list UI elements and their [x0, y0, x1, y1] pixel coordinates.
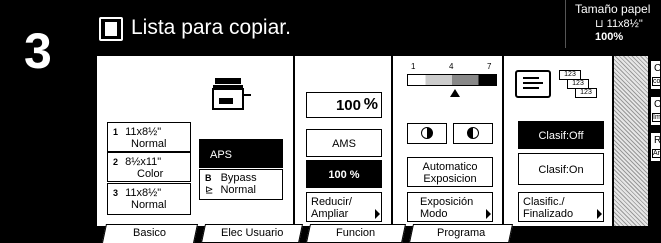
finishing-section: 123 123 123 Clasif:Off Clasif:On Clasifi… — [504, 56, 614, 226]
arrow-right-icon — [486, 209, 491, 219]
collate-icon — [515, 70, 551, 98]
arrow-right-icon — [375, 209, 380, 219]
arrow-right-icon — [597, 209, 602, 219]
darker-button[interactable] — [453, 123, 493, 144]
lighter-button[interactable] — [407, 123, 447, 144]
exposure-bar — [407, 74, 497, 86]
tab-programa[interactable]: Programa — [408, 224, 514, 243]
aps-button[interactable]: APS — [199, 139, 283, 168]
dark-circle-icon — [467, 127, 479, 139]
tab-basico[interactable]: Basico — [101, 224, 199, 243]
basic-panel: 1 11x8½" Normal 2 8½x11" Color 3 11x8½" … — [96, 55, 649, 227]
step-indicator: 3 — [0, 0, 90, 243]
tab-funcion[interactable]: Funcion — [305, 224, 407, 243]
side-button-2[interactable]: Ca Im — [650, 96, 661, 126]
paper-section: 1 11x8½" Normal 2 8½x11" Color 3 11x8½" … — [97, 56, 295, 226]
side-button-2-mark: Im — [652, 113, 661, 122]
bypass-button[interactable]: B Bypass ⊵ Normal — [199, 169, 283, 200]
zoom-display: 100 % — [306, 92, 382, 118]
sort-on-button[interactable]: Clasif:On — [518, 153, 604, 185]
tab-elec-usuario[interactable]: Elec Usuario — [200, 224, 304, 243]
sort-off-button[interactable]: Clasif:Off — [518, 121, 604, 149]
side-button-1-mark: co — [652, 77, 661, 86]
exposure-section: 1 4 7 Automatico Exposicion Exposición M… — [393, 56, 504, 226]
tray-1-button[interactable]: 1 11x8½" Normal — [107, 122, 191, 152]
paper-info: Tamaño papel ⊔ 11x8½" 100% — [565, 0, 661, 48]
tray-2-button[interactable]: 2 8½x11" Color — [107, 152, 191, 182]
side-button-3-mark: Ar — [652, 149, 660, 158]
tray-3-button[interactable]: 3 11x8½" Normal — [107, 183, 191, 215]
side-button-1[interactable]: Co co — [650, 60, 661, 90]
exposure-mode-button[interactable]: Exposición Modo — [407, 192, 493, 222]
paper-size-label: Tamaño papel — [575, 2, 651, 16]
document-icon — [99, 17, 123, 41]
step-number: 3 — [24, 23, 52, 79]
side-button-3[interactable]: Re Ar — [650, 132, 661, 162]
percent-symbol: % — [363, 96, 378, 113]
zoom-100-button[interactable]: 100 % — [306, 160, 382, 188]
scale-tick-4: 4 — [449, 62, 454, 71]
zoom-value: 100% — [595, 31, 624, 43]
scale-tick-1: 1 — [411, 62, 416, 71]
reduce-enlarge-button[interactable]: Reducir/ Ampliar — [306, 192, 382, 222]
half-circle-icon — [421, 127, 433, 139]
paper-size-value: ⊔ 11x8½" — [595, 18, 643, 30]
bypass-tray-icon: ⊵ — [205, 185, 214, 196]
exposure-marker — [450, 89, 460, 97]
copier-icon — [211, 76, 253, 116]
zoom-section: 100 % AMS 100 % Reducir/ Ampliar — [295, 56, 393, 226]
sorted-sets-icon: 123 123 123 — [559, 70, 601, 100]
zoom-display-value: 100 — [335, 97, 361, 114]
status-header: Lista para copiar. Tamaño papel ⊔ 11x8½"… — [90, 0, 661, 48]
page-title: Lista para copiar. — [131, 16, 291, 39]
scale-tick-7: 7 — [487, 62, 492, 71]
ams-button[interactable]: AMS — [306, 129, 382, 157]
auto-exposure-button[interactable]: Automatico Exposicion — [407, 157, 493, 187]
sort-finish-button[interactable]: Clasific./ Finalizado — [518, 192, 604, 222]
